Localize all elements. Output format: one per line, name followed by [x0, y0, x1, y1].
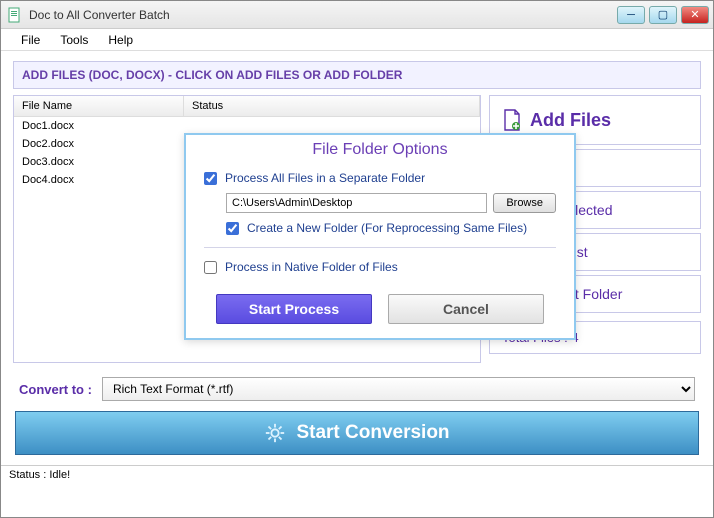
cancel-button[interactable]: Cancel — [388, 294, 544, 324]
titlebar: Doc to All Converter Batch ─ ▢ ✕ — [1, 1, 713, 29]
create-new-folder-checkbox[interactable] — [226, 222, 239, 235]
start-process-button[interactable]: Start Process — [216, 294, 372, 324]
dialog-title: File Folder Options — [186, 135, 574, 167]
minimize-button[interactable]: ─ — [617, 6, 645, 24]
gear-icon — [264, 422, 286, 444]
file-folder-options-dialog: File Folder Options Process All Files in… — [184, 133, 576, 340]
start-conversion-label: Start Conversion — [296, 422, 449, 444]
convert-format-select[interactable]: Rich Text Format (*.rtf) — [102, 377, 695, 401]
menu-help[interactable]: Help — [108, 33, 133, 47]
add-file-icon — [502, 108, 522, 132]
file-list-header: File Name Status — [14, 96, 480, 117]
browse-button[interactable]: Browse — [493, 193, 556, 213]
process-native-checkbox[interactable] — [204, 261, 217, 274]
instruction-bar: ADD FILES (DOC, DOCX) - CLICK ON ADD FIL… — [13, 61, 701, 89]
app-icon — [7, 7, 23, 23]
menu-file[interactable]: File — [21, 33, 40, 47]
menubar: File Tools Help — [1, 29, 713, 51]
column-filename[interactable]: File Name — [14, 96, 184, 116]
create-new-folder-label: Create a New Folder (For Reprocessing Sa… — [247, 221, 527, 235]
menu-tools[interactable]: Tools — [60, 33, 88, 47]
process-separate-checkbox[interactable] — [204, 172, 217, 185]
add-files-label: Add Files — [530, 110, 611, 131]
column-status[interactable]: Status — [184, 96, 480, 116]
process-separate-label: Process All Files in a Separate Folder — [225, 171, 425, 185]
close-button[interactable]: ✕ — [681, 6, 709, 24]
convert-to-label: Convert to : — [19, 382, 92, 397]
output-path-input[interactable] — [226, 193, 487, 213]
start-conversion-button[interactable]: Start Conversion — [15, 411, 699, 455]
window-title: Doc to All Converter Batch — [29, 8, 617, 22]
status-bar: Status : Idle! — [1, 465, 713, 484]
maximize-button[interactable]: ▢ — [649, 6, 677, 24]
process-native-label: Process in Native Folder of Files — [225, 260, 398, 274]
